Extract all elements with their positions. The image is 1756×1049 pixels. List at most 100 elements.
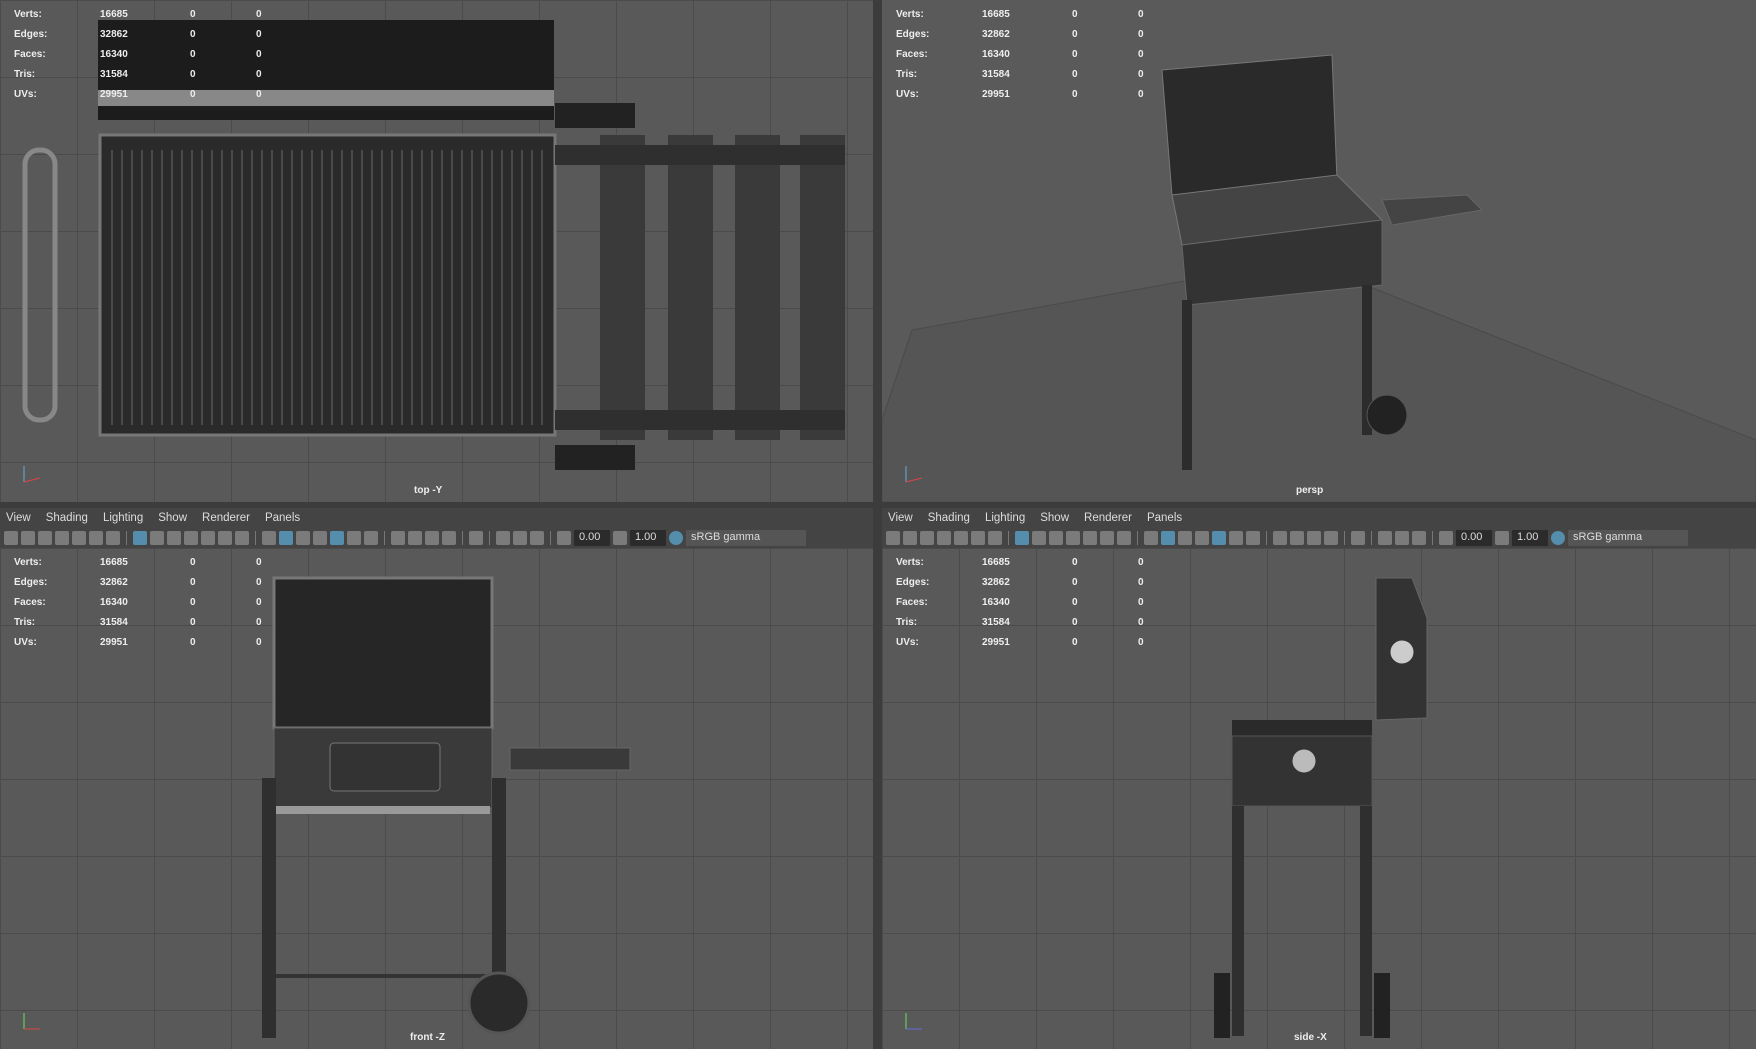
ssao-icon[interactable] <box>1273 531 1287 545</box>
gate-mask-icon[interactable] <box>184 531 198 545</box>
motion-blur-icon[interactable] <box>408 531 422 545</box>
viewport-panel-top[interactable]: Verts: 16685 0 0 Edges: 32862 0 0 Faces: 16340 0 0 T… <box>0 0 873 502</box>
field-chart-icon[interactable] <box>1083 531 1097 545</box>
bookmark-icon[interactable] <box>920 531 934 545</box>
wireframe-icon[interactable] <box>1144 531 1158 545</box>
bookmark-icon[interactable] <box>38 531 52 545</box>
menu-shading[interactable]: Shading <box>46 512 88 524</box>
menu-shading[interactable]: Shading <box>928 512 970 524</box>
viewport-panel-persp[interactable]: Verts: 16685 0 0 Edges: 32862 0 0 Faces: 16340 0 0 T… <box>882 0 1756 502</box>
image-plane-icon[interactable] <box>954 531 968 545</box>
viewport-persp[interactable]: Verts: 16685 0 0 Edges: 32862 0 0 Faces: 16340 0 0 T… <box>882 0 1756 502</box>
exposure-field[interactable]: 0.00 <box>574 530 610 546</box>
isolate-select-icon[interactable] <box>469 531 483 545</box>
gamma-icon[interactable] <box>613 531 627 545</box>
exposure-icon[interactable] <box>557 531 571 545</box>
grid-icon[interactable] <box>1015 531 1029 545</box>
menu-view[interactable]: View <box>888 512 913 524</box>
menu-show[interactable]: Show <box>1040 512 1069 524</box>
smooth-shade-icon[interactable] <box>1161 531 1175 545</box>
field-chart-icon[interactable] <box>201 531 215 545</box>
viewport-panel-front[interactable]: View Shading Lighting Show Renderer Panels 0.… <box>0 508 873 1049</box>
menu-view[interactable]: View <box>6 512 31 524</box>
menu-renderer[interactable]: Renderer <box>202 512 250 524</box>
menu-panels[interactable]: Panels <box>1147 512 1182 524</box>
pivot-icon[interactable] <box>89 531 103 545</box>
image-plane-icon[interactable] <box>72 531 86 545</box>
gamma-field[interactable]: 1.00 <box>1512 530 1548 546</box>
safe-title-icon[interactable] <box>1117 531 1131 545</box>
color-space-dropdown[interactable]: sRGB gamma <box>686 530 806 546</box>
backface-icon[interactable] <box>530 531 544 545</box>
viewport-front[interactable]: Verts: 16685 0 0 Edges: 32862 0 0 Faces: 16340 0 0 T… <box>0 548 873 1049</box>
backface-icon[interactable] <box>1412 531 1426 545</box>
camera-attr-icon[interactable] <box>903 531 917 545</box>
gamma-field[interactable]: 1.00 <box>630 530 666 546</box>
xray-active-icon[interactable] <box>1395 531 1409 545</box>
isolate-select-icon[interactable] <box>1351 531 1365 545</box>
menu-renderer[interactable]: Renderer <box>1084 512 1132 524</box>
safe-action-icon[interactable] <box>218 531 232 545</box>
color-management-toggle-icon[interactable] <box>669 531 683 545</box>
viewport-label: side -X <box>1294 1032 1327 1043</box>
panel-toolbar: 0.00 1.00 sRGB gamma <box>882 528 1756 548</box>
lights-icon[interactable] <box>1229 531 1243 545</box>
pivot-icon[interactable] <box>971 531 985 545</box>
exposure-icon[interactable] <box>1439 531 1453 545</box>
viewport-side[interactable]: Verts: 16685 0 0 Edges: 32862 0 0 Faces: 16340 0 0 T… <box>882 548 1756 1049</box>
ssao-icon[interactable] <box>391 531 405 545</box>
bookmark2-icon[interactable] <box>55 531 69 545</box>
dof-icon[interactable] <box>442 531 456 545</box>
shadows-icon[interactable] <box>1246 531 1260 545</box>
bookmark2-icon[interactable] <box>937 531 951 545</box>
stats-row: Verts: 16685 0 0 <box>14 552 322 572</box>
menu-show[interactable]: Show <box>158 512 187 524</box>
stats-row: Tris: 31584 0 0 <box>896 612 1204 632</box>
color-management-toggle-icon[interactable] <box>1551 531 1565 545</box>
exposure-field[interactable]: 0.00 <box>1456 530 1492 546</box>
stat-value: 0 <box>190 68 196 80</box>
menu-panels[interactable]: Panels <box>265 512 300 524</box>
lights-icon[interactable] <box>347 531 361 545</box>
camera-icon[interactable] <box>886 531 900 545</box>
smooth-shade-icon[interactable] <box>279 531 293 545</box>
xray-joints-icon[interactable] <box>1378 531 1392 545</box>
camera-icon[interactable] <box>4 531 18 545</box>
wireframe-icon[interactable] <box>262 531 276 545</box>
xray-joints-icon[interactable] <box>496 531 510 545</box>
resolution-gate-icon[interactable] <box>167 531 181 545</box>
xray-active-icon[interactable] <box>513 531 527 545</box>
wireframe-on-shaded-icon[interactable] <box>1195 531 1209 545</box>
menu-lighting[interactable]: Lighting <box>103 512 143 524</box>
grease-pencil-icon[interactable] <box>988 531 1002 545</box>
gate-mask-icon[interactable] <box>1066 531 1080 545</box>
stat-value: 32862 <box>100 28 128 40</box>
gamma-icon[interactable] <box>1495 531 1509 545</box>
motion-blur-icon[interactable] <box>1290 531 1304 545</box>
viewport-top[interactable]: Verts: 16685 0 0 Edges: 32862 0 0 Faces: 16340 0 0 T… <box>0 0 873 502</box>
xray-icon[interactable] <box>330 531 344 545</box>
viewport-panel-side[interactable]: View Shading Lighting Show Renderer Panels 0.… <box>882 508 1756 1049</box>
resolution-gate-icon[interactable] <box>1049 531 1063 545</box>
default-material-icon[interactable] <box>296 531 310 545</box>
xray-icon[interactable] <box>1212 531 1226 545</box>
dof-icon[interactable] <box>1324 531 1338 545</box>
aa-icon[interactable] <box>425 531 439 545</box>
aa-icon[interactable] <box>1307 531 1321 545</box>
color-space-dropdown[interactable]: sRGB gamma <box>1568 530 1688 546</box>
stats-row: Faces: 16340 0 0 <box>14 592 322 612</box>
stat-value: 0 <box>1138 636 1144 648</box>
safe-action-icon[interactable] <box>1100 531 1114 545</box>
wireframe-on-shaded-icon[interactable] <box>313 531 327 545</box>
grease-pencil-icon[interactable] <box>106 531 120 545</box>
default-material-icon[interactable] <box>1178 531 1192 545</box>
grid-icon[interactable] <box>133 531 147 545</box>
camera-attr-icon[interactable] <box>21 531 35 545</box>
film-gate-icon[interactable] <box>150 531 164 545</box>
safe-title-icon[interactable] <box>235 531 249 545</box>
menu-lighting[interactable]: Lighting <box>985 512 1025 524</box>
film-gate-icon[interactable] <box>1032 531 1046 545</box>
toolbar-separator <box>126 531 127 545</box>
shadows-icon[interactable] <box>364 531 378 545</box>
viewport-label: front -Z <box>410 1032 445 1043</box>
